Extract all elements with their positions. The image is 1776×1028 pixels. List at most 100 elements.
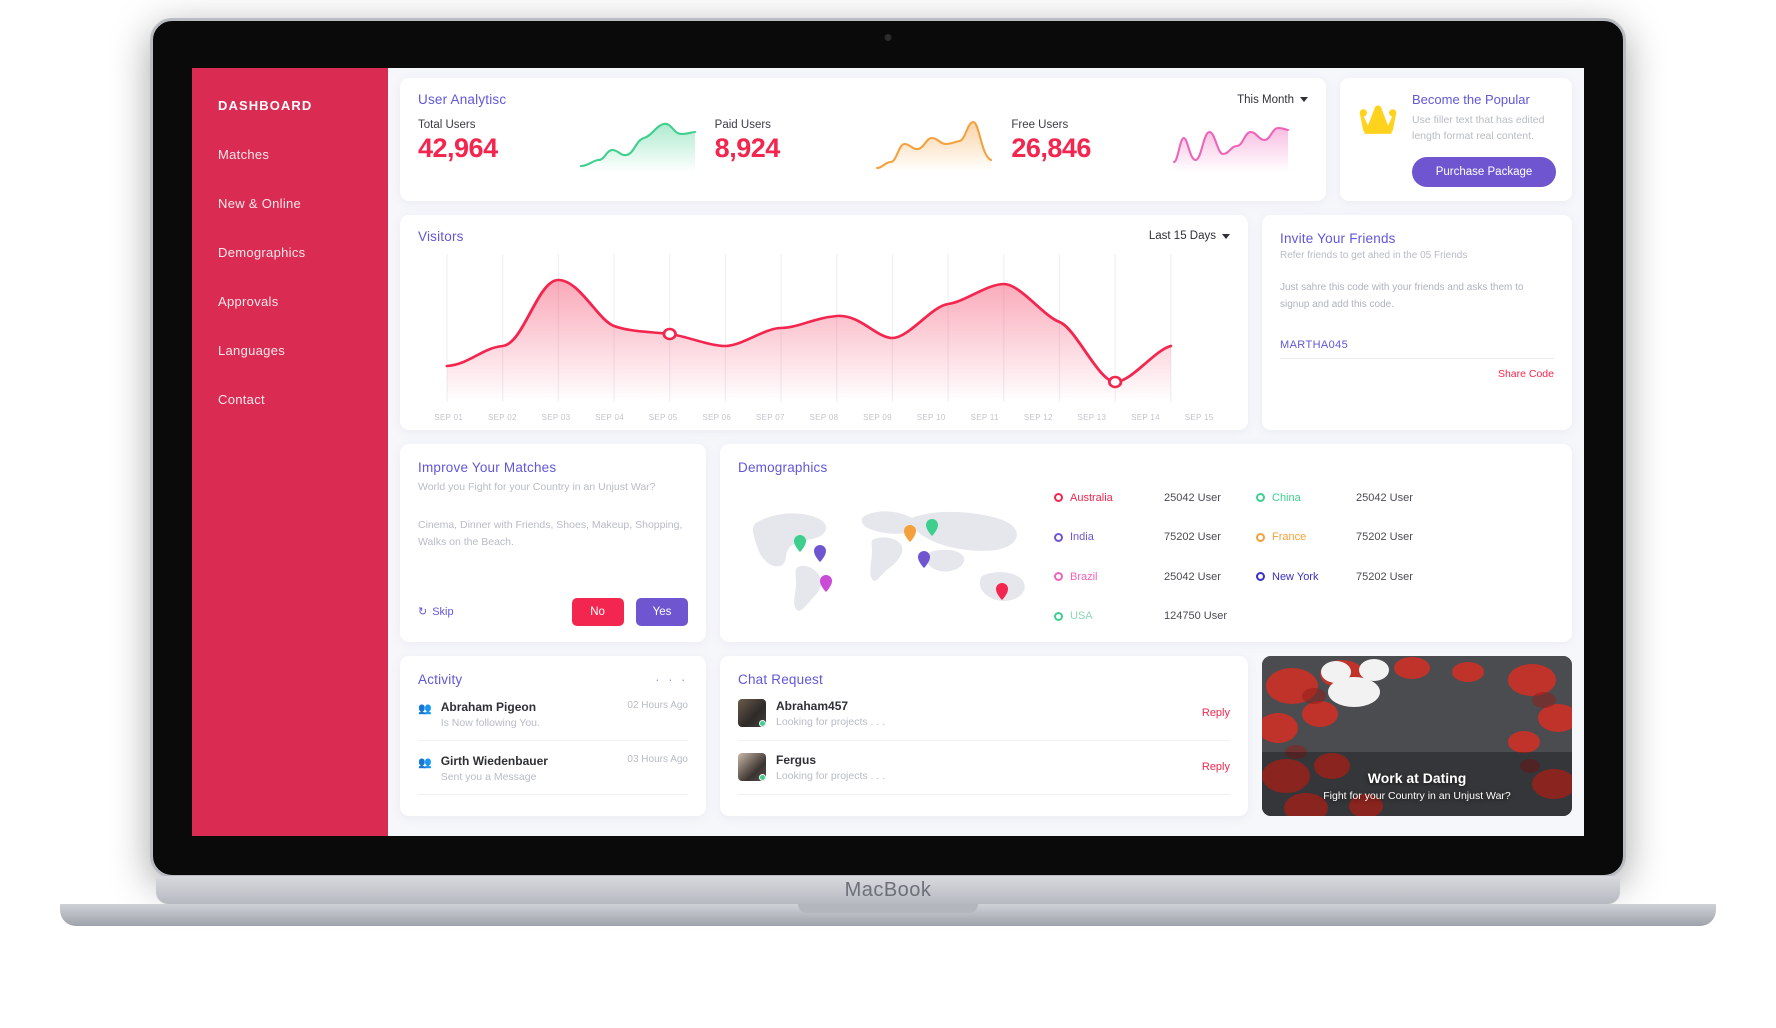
activity-text: Girth Wiedenbauer Sent you a Message xyxy=(441,754,548,783)
legend-value-new-york: 75202 User xyxy=(1356,570,1413,583)
visitors-period-dropdown[interactable]: Last 15 Days xyxy=(1149,230,1230,242)
visitors-card: Visitors Last 15 Days SEP 01 SEP 02 SEP … xyxy=(400,214,1248,430)
axis-tick: SEP 07 xyxy=(755,412,785,422)
visitors-chart: SEP 01 SEP 02 SEP 03 SEP 04 SEP 05 SEP 0… xyxy=(418,253,1230,422)
period-dropdown[interactable]: This Month xyxy=(1237,94,1308,106)
invite-subtitle: Refer friends to get ahed in the 05 Frie… xyxy=(1280,249,1468,261)
activity-sub: Sent you a Message xyxy=(440,770,537,783)
sidebar-item-matches[interactable]: Matches xyxy=(218,147,388,162)
demographics-title: Demographics xyxy=(738,459,828,475)
demographics-body: Australia 25042 User China 25042 User In… xyxy=(738,489,1554,626)
axis-tick: SEP 12 xyxy=(1023,412,1053,422)
legend-dot-icon xyxy=(1256,572,1265,582)
legend-label: USA xyxy=(1070,610,1093,623)
share-code-link[interactable]: Share Code xyxy=(1280,368,1554,380)
laptop-notch xyxy=(798,904,978,913)
reply-button[interactable]: Reply xyxy=(1202,707,1230,719)
legend-item-brazil[interactable]: Brazil xyxy=(1054,571,1164,583)
legend-label: France xyxy=(1272,531,1307,544)
crown-icon xyxy=(1359,105,1397,134)
chat-name: Abraham457 xyxy=(776,698,849,713)
activity-name: Girth Wiedenbauer xyxy=(440,753,548,768)
dating-banner[interactable]: Work at Dating Fight for your Country in… xyxy=(1262,655,1572,816)
legend-value-usa: 124750 User xyxy=(1164,610,1227,623)
referral-code[interactable]: MARTHA045 xyxy=(1280,339,1554,359)
axis-tick: SEP 06 xyxy=(702,412,732,422)
chat-text: Abraham457 Looking for projects . . . xyxy=(776,699,885,728)
avatar xyxy=(738,753,766,782)
chat-row[interactable]: Fergus Looking for projects . . . Reply xyxy=(738,741,1230,795)
purchase-package-button[interactable]: Purchase Package xyxy=(1412,156,1556,187)
sidebar-item-demographics[interactable]: Demographics xyxy=(218,245,388,260)
chevron-down-icon xyxy=(1222,233,1230,239)
world-map-svg xyxy=(752,510,1025,611)
sidebar: DASHBOARD Matches New & Online Demograph… xyxy=(192,68,388,836)
chat-sub: Looking for projects . . . xyxy=(776,769,886,782)
legend-item-france[interactable]: France xyxy=(1256,531,1356,543)
user-add-icon: 👥 xyxy=(418,702,432,715)
axis-tick: SEP 02 xyxy=(487,412,517,422)
promo-text-block: Become the Popular Use filler text that … xyxy=(1412,92,1556,187)
legend-dot-icon xyxy=(1054,572,1063,582)
skip-button[interactable]: ↻ Skip xyxy=(418,605,454,619)
laptop-mockup: DASHBOARD Matches New & Online Demograph… xyxy=(60,18,1716,926)
legend-item-australia[interactable]: Australia xyxy=(1054,492,1164,504)
axis-tick: SEP 10 xyxy=(916,412,946,422)
activity-row[interactable]: 👥 Abraham Pigeon Is Now following You. 0… xyxy=(418,687,688,741)
improve-interests: Cinema, Dinner with Friends, Shoes, Make… xyxy=(418,518,683,549)
yes-no-group: No Yes xyxy=(571,597,688,626)
chat-text: Fergus Looking for projects . . . xyxy=(776,753,885,782)
legend-dot-icon xyxy=(1256,532,1265,542)
legend-item-usa[interactable]: USA xyxy=(1054,610,1164,622)
user-analytics-card: User Analytisc This Month Total Users 42… xyxy=(400,78,1326,201)
screen: DASHBOARD Matches New & Online Demograph… xyxy=(192,68,1584,836)
legend-dot-icon xyxy=(1256,493,1265,503)
axis-tick: SEP 09 xyxy=(863,412,892,422)
chat-name: Fergus xyxy=(776,752,817,767)
activity-row[interactable]: 👥 Girth Wiedenbauer Sent you a Message 0… xyxy=(418,741,688,795)
legend-label: China xyxy=(1272,491,1301,504)
sidebar-item-new-online[interactable]: New & Online xyxy=(218,196,388,211)
legend-item-china[interactable]: China xyxy=(1256,492,1356,504)
chevron-down-icon xyxy=(1300,97,1308,102)
activity-menu-button[interactable]: · · · xyxy=(655,672,688,687)
banner-caption: Work at Dating Fight for your Country in… xyxy=(1262,770,1572,802)
sidebar-item-languages[interactable]: Languages xyxy=(218,343,388,358)
sparkline-paid-users xyxy=(876,120,993,172)
legend-item-india[interactable]: India xyxy=(1054,531,1164,543)
legend-item-new-york[interactable]: New York xyxy=(1256,571,1356,583)
yes-button[interactable]: Yes xyxy=(636,597,688,626)
visitors-x-axis: SEP 01 SEP 02 SEP 03 SEP 04 SEP 05 SEP 0… xyxy=(418,413,1230,422)
chat-row[interactable]: Abraham457 Looking for projects . . . Re… xyxy=(738,687,1230,741)
activity-time: 02 Hours Ago xyxy=(627,699,688,711)
matches-demographics-row: Improve Your Matches World you Fight for… xyxy=(400,443,1572,642)
promo-card: Become the Popular Use filler text that … xyxy=(1340,78,1572,201)
axis-tick: SEP 04 xyxy=(595,412,624,422)
reply-button[interactable]: Reply xyxy=(1202,761,1230,773)
chart-marker xyxy=(1107,375,1123,388)
period-label: This Month xyxy=(1237,93,1294,106)
visitors-row: Visitors Last 15 Days SEP 01 SEP 02 SEP … xyxy=(400,214,1572,430)
sidebar-item-contact[interactable]: Contact xyxy=(218,392,388,407)
legend-value-brazil: 25042 User xyxy=(1164,570,1221,583)
main-content: User Analytisc This Month Total Users 42… xyxy=(388,68,1584,836)
metric-free-users: Free Users 26,846 xyxy=(1011,119,1308,172)
brand-title: DASHBOARD xyxy=(218,98,313,113)
axis-tick: SEP 11 xyxy=(970,412,999,422)
world-map xyxy=(738,489,1048,626)
axis-tick: SEP 15 xyxy=(1184,412,1214,422)
promo-description: Use filler text that has edited length f… xyxy=(1412,114,1545,143)
legend-value-france: 75202 User xyxy=(1356,531,1413,544)
metrics-list: Total Users 42,964 Paid Users 8,924 Free… xyxy=(418,119,1308,172)
axis-tick: SEP 03 xyxy=(541,412,571,422)
refresh-icon: ↻ xyxy=(418,606,428,619)
legend-label: Australia xyxy=(1070,491,1113,504)
activity-chat-row: Activity · · · 👥 Abraham Pigeon Is Now f… xyxy=(400,655,1572,816)
visitors-area-chart xyxy=(445,253,1173,402)
sidebar-item-approvals[interactable]: Approvals xyxy=(218,294,388,309)
analytics-header: User Analytisc This Month xyxy=(418,92,1308,107)
visitors-period-label: Last 15 Days xyxy=(1148,230,1216,243)
no-button[interactable]: No xyxy=(571,597,624,626)
axis-tick: SEP 14 xyxy=(1131,412,1160,422)
metric-paid-users: Paid Users 8,924 xyxy=(715,119,1012,172)
